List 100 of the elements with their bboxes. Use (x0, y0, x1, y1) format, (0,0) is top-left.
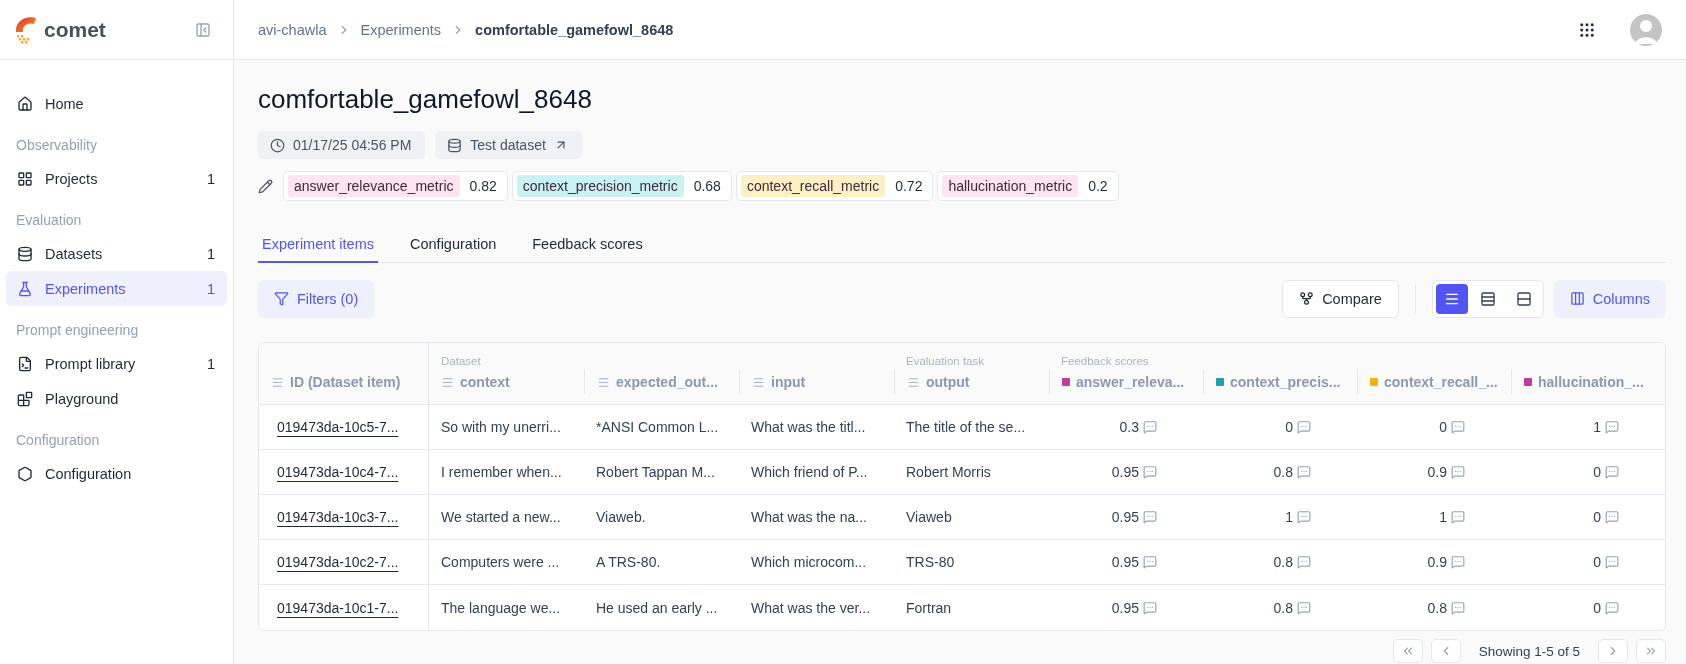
score-value: 0 (1285, 419, 1293, 435)
score-value: 1 (1439, 509, 1447, 525)
breadcrumb-link[interactable]: Experiments (360, 21, 442, 38)
item-id-link[interactable]: 019473da-10c1-7... (277, 599, 399, 616)
filters-button[interactable]: Filters (0) (258, 279, 375, 318)
score-value: 0 (1593, 509, 1601, 525)
score-value: 0.8 (1273, 464, 1293, 480)
comment-icon[interactable] (1451, 510, 1465, 524)
table-cell: TRS-80 (906, 554, 955, 570)
section-title: Observability (15, 136, 98, 155)
text-column-icon (752, 375, 765, 389)
row-height-button[interactable] (1435, 283, 1468, 314)
page-title: comfortable_gamefowl_8648 (258, 84, 593, 115)
score-value: 0.95 (1111, 464, 1139, 480)
comment-icon[interactable] (1605, 465, 1619, 479)
score-value: 0.95 (1111, 599, 1139, 616)
last-page-button[interactable] (1636, 639, 1666, 663)
columns-button[interactable]: Columns (1553, 279, 1666, 318)
dataset-link[interactable]: Test dataset (435, 131, 582, 159)
comment-icon[interactable] (1451, 600, 1465, 615)
metric-name: answer_relevance_metric (288, 175, 460, 197)
comment-icon[interactable] (1143, 465, 1157, 479)
breadcrumb-link[interactable]: avi-chawla (258, 21, 327, 38)
sidebar-item[interactable]: Datasets 1 (6, 236, 227, 271)
sidebar-item[interactable]: Projects 1 (6, 161, 227, 196)
table-cell: The language we... (441, 599, 561, 616)
comment-icon[interactable] (1143, 555, 1157, 569)
score-value: 0.95 (1111, 554, 1139, 570)
item-id-link[interactable]: 019473da-10c3-7... (277, 509, 399, 525)
item-id-link[interactable]: 019473da-10c5-7... (277, 419, 399, 435)
table-cell: So with my unerri... (441, 419, 561, 435)
score-value: 0 (1439, 419, 1447, 435)
score-value: 0.9 (1427, 464, 1447, 480)
table-cell: Viaweb. (596, 509, 646, 525)
date-chip: 01/17/25 04:56 PM (258, 131, 426, 159)
comment-icon[interactable] (1143, 600, 1157, 615)
score-value: 0.8 (1273, 599, 1293, 616)
tab[interactable]: Feedback scores (528, 227, 647, 263)
compare-button[interactable]: Compare (1282, 279, 1399, 318)
user-avatar[interactable] (1630, 13, 1662, 46)
comment-icon[interactable] (1297, 555, 1311, 569)
comment-icon[interactable] (1451, 420, 1465, 434)
first-page-button[interactable] (1392, 639, 1423, 663)
comment-icon[interactable] (1605, 600, 1619, 615)
two-rows-icon (1515, 290, 1532, 307)
breadcrumb-link[interactable]: comfortable_gamefowl_8648 (475, 21, 674, 38)
item-id-link[interactable]: 019473da-10c4-7... (277, 464, 399, 480)
score-value: 0 (1593, 464, 1601, 480)
tab[interactable]: Experiment items (258, 227, 378, 263)
blocks-icon (17, 390, 33, 407)
metric-value: 0.68 (693, 178, 721, 194)
metric-name: context_recall_metric (740, 175, 886, 197)
comment-icon[interactable] (1451, 555, 1465, 569)
comment-icon[interactable] (1605, 555, 1619, 569)
comment-icon[interactable] (1143, 420, 1157, 434)
score-value: 0 (1593, 599, 1601, 616)
item-id-link[interactable]: 019473da-10c2-7... (277, 554, 399, 570)
columns-icon (1569, 291, 1585, 306)
apps-grid-icon[interactable] (1578, 20, 1596, 39)
comment-icon[interactable] (1297, 600, 1311, 615)
sidebar-item[interactable]: Playground (6, 381, 227, 416)
comment-icon[interactable] (1297, 420, 1311, 434)
previous-page-button[interactable] (1430, 639, 1461, 663)
comment-icon[interactable] (1143, 510, 1157, 524)
score-value: 0.8 (1427, 599, 1447, 616)
score-value: 0.95 (1111, 509, 1139, 525)
section-title: Prompt engineering (15, 321, 140, 340)
table-cell: Fortran (906, 599, 952, 616)
hexagon-icon (17, 465, 33, 482)
clock-icon (270, 137, 285, 153)
table-cell: What was the na... (751, 509, 867, 525)
table-cell: What was the ver... (751, 599, 871, 616)
comment-icon[interactable] (1451, 465, 1465, 479)
home-icon (17, 95, 33, 112)
text-column-icon (907, 375, 920, 389)
filter-icon (274, 291, 289, 306)
flask-icon (17, 280, 33, 297)
text-column-icon (597, 375, 610, 389)
table-cell: Robert Tappan M... (596, 464, 715, 480)
metric-name: hallucination_metric (942, 175, 1079, 197)
item-count: 1 (206, 355, 215, 372)
score-value: 0.9 (1427, 554, 1447, 570)
table-cell: I remember when... (441, 464, 562, 480)
comment-icon[interactable] (1297, 510, 1311, 524)
comment-icon[interactable] (1605, 420, 1619, 434)
table-cell: Which friend of P... (751, 464, 868, 480)
next-page-button[interactable] (1598, 639, 1628, 663)
comment-icon[interactable] (1297, 465, 1311, 479)
sidebar-item[interactable]: Home (6, 86, 227, 121)
edit-icon[interactable] (258, 178, 273, 194)
collapse-sidebar-icon[interactable] (195, 21, 211, 38)
tab[interactable]: Configuration (406, 227, 501, 263)
comment-icon[interactable] (1605, 510, 1619, 524)
score-value: 0.3 (1119, 419, 1139, 435)
table-cell: He used an early ... (596, 599, 718, 616)
sidebar-item[interactable]: Configuration (6, 456, 227, 491)
file-icon (17, 355, 33, 372)
pagination-text: Showing 1-5 of 5 (1477, 643, 1581, 659)
sidebar-item[interactable]: Prompt library 1 (6, 346, 227, 381)
sidebar-item[interactable]: Experiments 1 (6, 271, 227, 306)
